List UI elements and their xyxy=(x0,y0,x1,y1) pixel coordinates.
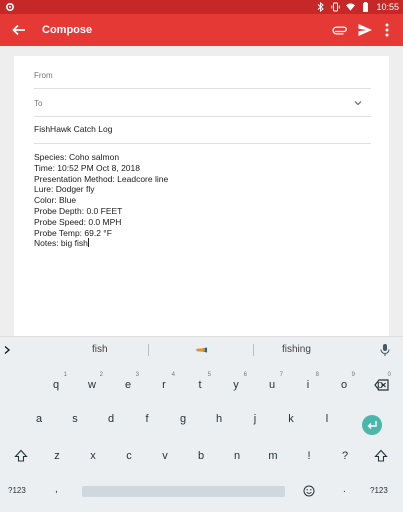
divider xyxy=(253,344,254,356)
key-m[interactable]: m xyxy=(255,440,291,472)
body-line: Lure: Dodger fly xyxy=(34,184,95,195)
key-i[interactable]: i8 xyxy=(290,369,326,401)
key-question[interactable]: ? xyxy=(327,440,363,472)
body-field[interactable]: Species: Coho salmon Time: 10:52 PM Oct … xyxy=(34,152,168,249)
key-v[interactable]: v xyxy=(147,440,183,472)
text-cursor xyxy=(87,238,89,248)
back-arrow-icon[interactable] xyxy=(10,21,28,39)
key-c[interactable]: c xyxy=(111,440,147,472)
key-l[interactable]: l xyxy=(309,403,345,435)
key-n[interactable]: n xyxy=(219,440,255,472)
chevron-down-icon[interactable] xyxy=(352,97,364,109)
paperclip-icon[interactable] xyxy=(331,21,349,39)
body-line: Probe Speed: 0.0 MPH xyxy=(34,216,122,227)
wifi-icon xyxy=(346,3,356,11)
shift-icon xyxy=(14,449,28,462)
key-f[interactable]: f xyxy=(129,403,165,435)
key-d[interactable]: d xyxy=(93,403,129,435)
key-r[interactable]: r4 xyxy=(146,369,182,401)
more-vert-icon[interactable] xyxy=(378,21,396,39)
compose-form: From To FishHawk Catch Log Species: Coho… xyxy=(14,56,389,336)
bluetooth-icon xyxy=(318,2,325,12)
key-w[interactable]: w2 xyxy=(74,369,110,401)
key-y[interactable]: y6 xyxy=(218,369,254,401)
divider xyxy=(148,344,149,356)
key-z[interactable]: z xyxy=(39,440,75,472)
chevron-right-icon[interactable] xyxy=(2,344,12,356)
app-bar: Compose xyxy=(0,14,403,46)
space-key[interactable] xyxy=(82,486,285,497)
subject-field[interactable]: FishHawk Catch Log xyxy=(34,124,112,134)
shift-key-right[interactable] xyxy=(363,440,399,472)
body-line: Probe Temp: 69.2 °F xyxy=(34,227,112,238)
shift-key[interactable] xyxy=(3,440,39,472)
key-k[interactable]: k xyxy=(273,403,309,435)
send-icon[interactable] xyxy=(356,21,374,39)
key-b[interactable]: b xyxy=(183,440,219,472)
key-comma[interactable]: , xyxy=(55,484,58,495)
symbols-key-right[interactable]: ?123 xyxy=(370,486,388,495)
emoji-icon[interactable] xyxy=(303,485,315,497)
shift-icon xyxy=(374,449,388,462)
body-line: Presentation Method: Leadcore line xyxy=(34,173,169,184)
settings-icon xyxy=(5,2,15,12)
key-s[interactable]: s xyxy=(57,403,93,435)
mic-icon[interactable] xyxy=(379,343,391,357)
emoji-suggestion-icon[interactable] xyxy=(194,343,208,357)
key-g[interactable]: g xyxy=(165,403,201,435)
page-title: Compose xyxy=(42,24,93,36)
to-field[interactable]: To xyxy=(14,89,389,117)
body-line: Probe Depth: 0.0 FEET xyxy=(34,205,123,216)
body-line: Color: Blue xyxy=(34,195,77,206)
to-label: To xyxy=(34,99,43,108)
status-bar: 10:55 xyxy=(0,0,403,14)
backspace-key[interactable] xyxy=(367,369,397,401)
backspace-icon xyxy=(374,379,389,391)
body-line: Species: Coho salmon xyxy=(34,152,120,162)
from-label: From xyxy=(34,71,53,80)
symbols-key[interactable]: ?123 xyxy=(8,486,26,495)
key-q[interactable]: q1 xyxy=(38,369,74,401)
suggestion-strip: fish fishing xyxy=(0,336,403,362)
key-t[interactable]: t5 xyxy=(182,369,218,401)
key-a[interactable]: a xyxy=(21,403,57,435)
status-time: 10:55 xyxy=(376,2,399,12)
key-h[interactable]: h xyxy=(201,403,237,435)
key-exclamation[interactable]: ! xyxy=(291,440,327,472)
from-field[interactable]: From xyxy=(14,62,389,88)
enter-key[interactable] xyxy=(362,415,382,435)
body-line: Time: 10:52 PM Oct 8, 2018 xyxy=(34,162,140,173)
battery-icon xyxy=(363,2,369,12)
key-u[interactable]: u7 xyxy=(254,369,290,401)
divider xyxy=(34,143,371,144)
suggestion-fishing[interactable]: fishing xyxy=(282,344,311,355)
body-line-last: Notes: big fish xyxy=(34,238,168,249)
key-o[interactable]: o9 xyxy=(326,369,362,401)
key-e[interactable]: e3 xyxy=(110,369,146,401)
enter-icon xyxy=(367,421,377,429)
key-x[interactable]: x xyxy=(75,440,111,472)
suggestion-fish[interactable]: fish xyxy=(92,344,108,355)
key-period[interactable]: . xyxy=(343,484,346,495)
vibrate-icon xyxy=(331,2,341,12)
divider xyxy=(34,116,371,117)
key-j[interactable]: j xyxy=(237,403,273,435)
body-line: Notes: big fish xyxy=(34,238,88,249)
